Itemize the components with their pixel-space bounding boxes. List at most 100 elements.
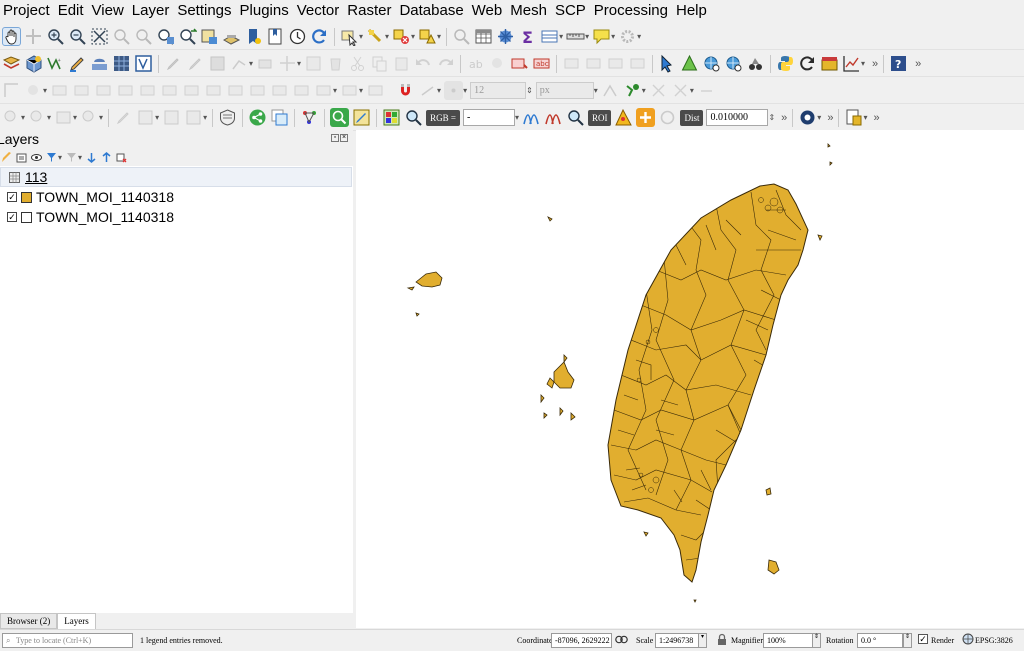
style-grid-3-icon[interactable]	[184, 108, 203, 127]
menu-help[interactable]: Help	[672, 0, 711, 22]
scp-add-icon[interactable]	[636, 108, 656, 127]
scp-edit-icon[interactable]	[352, 108, 371, 127]
rotation-input[interactable]: 0.0 °	[857, 633, 903, 648]
zoom-to-native-icon[interactable]	[156, 27, 175, 46]
dropdown-arrow-icon[interactable]: ▾	[58, 153, 62, 162]
style-manager-icon[interactable]	[1, 151, 12, 163]
dropdown-arrow-icon[interactable]: ▾	[21, 113, 25, 122]
annotation-2-icon[interactable]	[54, 108, 73, 127]
locator-search-input[interactable]: ⌕ Type to locate (Ctrl+K)	[2, 633, 133, 648]
dropdown-arrow-icon[interactable]: ▾	[411, 32, 415, 41]
dropdown-arrow-icon[interactable]: ▾	[594, 86, 598, 95]
dropdown-arrow-icon[interactable]: ▾	[515, 113, 519, 122]
scp-globe-search-icon[interactable]	[702, 54, 721, 73]
menu-vector[interactable]: Vector	[293, 0, 344, 22]
python-console-icon[interactable]	[776, 54, 795, 73]
digitize-shape-icon[interactable]	[2, 81, 21, 100]
dropdown-arrow-icon[interactable]: ▾	[642, 86, 646, 95]
cut-features-icon[interactable]	[348, 54, 367, 73]
annotation-icon[interactable]	[28, 108, 47, 127]
edit-pencil-icon[interactable]	[164, 54, 183, 73]
add-vector-layer-icon[interactable]: ⁺	[46, 54, 65, 73]
show-bookmarks-icon[interactable]	[266, 27, 285, 46]
scp-histogram-2-icon[interactable]	[544, 108, 563, 127]
scp-network-icon[interactable]	[300, 108, 319, 127]
toolbar-overflow-icon[interactable]: »	[915, 58, 921, 70]
menu-edit[interactable]: Edit	[54, 0, 88, 22]
field-calculator-icon[interactable]	[496, 27, 515, 46]
scp-triangle-icon[interactable]	[680, 54, 699, 73]
toolbar-overflow-icon[interactable]: »	[827, 112, 833, 124]
add-delimited-text-icon[interactable]	[90, 54, 109, 73]
map-tips-icon[interactable]	[592, 27, 611, 46]
snapping-magnet-icon[interactable]	[396, 81, 415, 100]
dropdown-arrow-icon[interactable]: ▾	[99, 113, 103, 122]
fill-ring-icon[interactable]	[248, 81, 267, 100]
menu-view[interactable]: View	[88, 0, 128, 22]
dropdown-arrow-icon[interactable]: ▾	[73, 113, 77, 122]
delete-part-icon[interactable]	[292, 81, 311, 100]
paste-features-icon[interactable]	[392, 54, 411, 73]
dropdown-arrow-icon[interactable]: ▾	[559, 32, 563, 41]
label-move-icon[interactable]	[562, 54, 581, 73]
zoom-in-icon[interactable]	[46, 27, 65, 46]
style-grid-2-icon[interactable]	[162, 108, 181, 127]
layer-visibility-checkbox[interactable]: ✓	[7, 212, 17, 222]
taiwan-map[interactable]	[356, 130, 1024, 628]
rgb-select[interactable]: -	[462, 109, 515, 126]
lock-scale-icon[interactable]	[717, 633, 727, 647]
menu-raster[interactable]: Raster	[343, 0, 395, 22]
add-raster-icon[interactable]	[112, 54, 131, 73]
offset-icon[interactable]	[314, 81, 333, 100]
scp-redo-icon[interactable]	[658, 108, 677, 127]
add-virtual-layer-icon[interactable]	[134, 54, 153, 73]
delete-ring-icon[interactable]	[270, 81, 289, 100]
magnifier-spin-icon[interactable]: ⇕	[812, 633, 821, 648]
scp-globe-icon[interactable]	[724, 54, 743, 73]
toolbar-overflow-icon[interactable]: »	[873, 112, 879, 124]
annotation-3-icon[interactable]	[80, 108, 99, 127]
help-icon[interactable]: ?	[889, 54, 908, 73]
temporal-controller-icon[interactable]	[288, 27, 307, 46]
tab-browser[interactable]: Browser (2)	[0, 613, 58, 629]
taiwan-main-island[interactable]	[607, 183, 809, 583]
redo-icon[interactable]	[436, 54, 455, 73]
label-rotate-icon[interactable]	[584, 54, 603, 73]
scp-settings-icon[interactable]	[798, 108, 817, 127]
dropdown-arrow-icon[interactable]: ▾	[863, 113, 867, 122]
scp-input-zoom-icon[interactable]	[404, 108, 423, 127]
snap-intersection-icon[interactable]	[671, 81, 690, 100]
menu-scp[interactable]: SCP	[551, 0, 590, 22]
add-part-icon[interactable]	[226, 81, 245, 100]
dropdown-arrow-icon[interactable]: ▾	[297, 59, 301, 68]
plugin-chart-icon[interactable]	[842, 54, 861, 73]
dropdown-arrow-icon[interactable]: ▾	[463, 86, 467, 95]
label-delete-icon[interactable]: abc	[532, 54, 551, 73]
layer-copy-icon[interactable]	[270, 108, 289, 127]
merge-attributes-icon[interactable]	[138, 81, 157, 100]
label-pin-icon[interactable]	[488, 54, 507, 73]
menu-layer[interactable]: Layer	[128, 0, 174, 22]
zoom-last-icon[interactable]	[178, 27, 198, 46]
bookmark-new-icon[interactable]	[244, 27, 263, 46]
crs-label[interactable]: EPSG:3826	[975, 634, 1013, 648]
menu-database[interactable]: Database	[395, 0, 467, 22]
label-change-icon[interactable]	[606, 54, 625, 73]
settings-gear-icon[interactable]	[618, 27, 637, 46]
snap-tolerance-input[interactable]: 12	[470, 82, 527, 99]
deselect-features-icon[interactable]	[392, 27, 411, 46]
dropdown-arrow-icon[interactable]: ▾	[611, 32, 615, 41]
dropdown-arrow-icon[interactable]: ▾	[78, 153, 82, 162]
coordinate-input[interactable]: -87096, 2629222	[551, 633, 612, 648]
reshape-icon[interactable]	[50, 81, 69, 100]
digitize-icon[interactable]	[68, 54, 87, 73]
rotate-point-icon[interactable]	[160, 81, 179, 100]
paste-layer-icon[interactable]	[844, 108, 863, 127]
scp-roi-icon[interactable]	[614, 108, 633, 127]
toolbar-overflow-icon[interactable]: »	[781, 112, 787, 124]
filter-legend-icon[interactable]	[46, 152, 57, 163]
new-3d-view-icon[interactable]	[222, 27, 241, 46]
move-feature-icon[interactable]	[278, 54, 297, 73]
shield-mask-icon[interactable]	[218, 108, 237, 127]
offset-curve-icon[interactable]	[24, 81, 43, 100]
